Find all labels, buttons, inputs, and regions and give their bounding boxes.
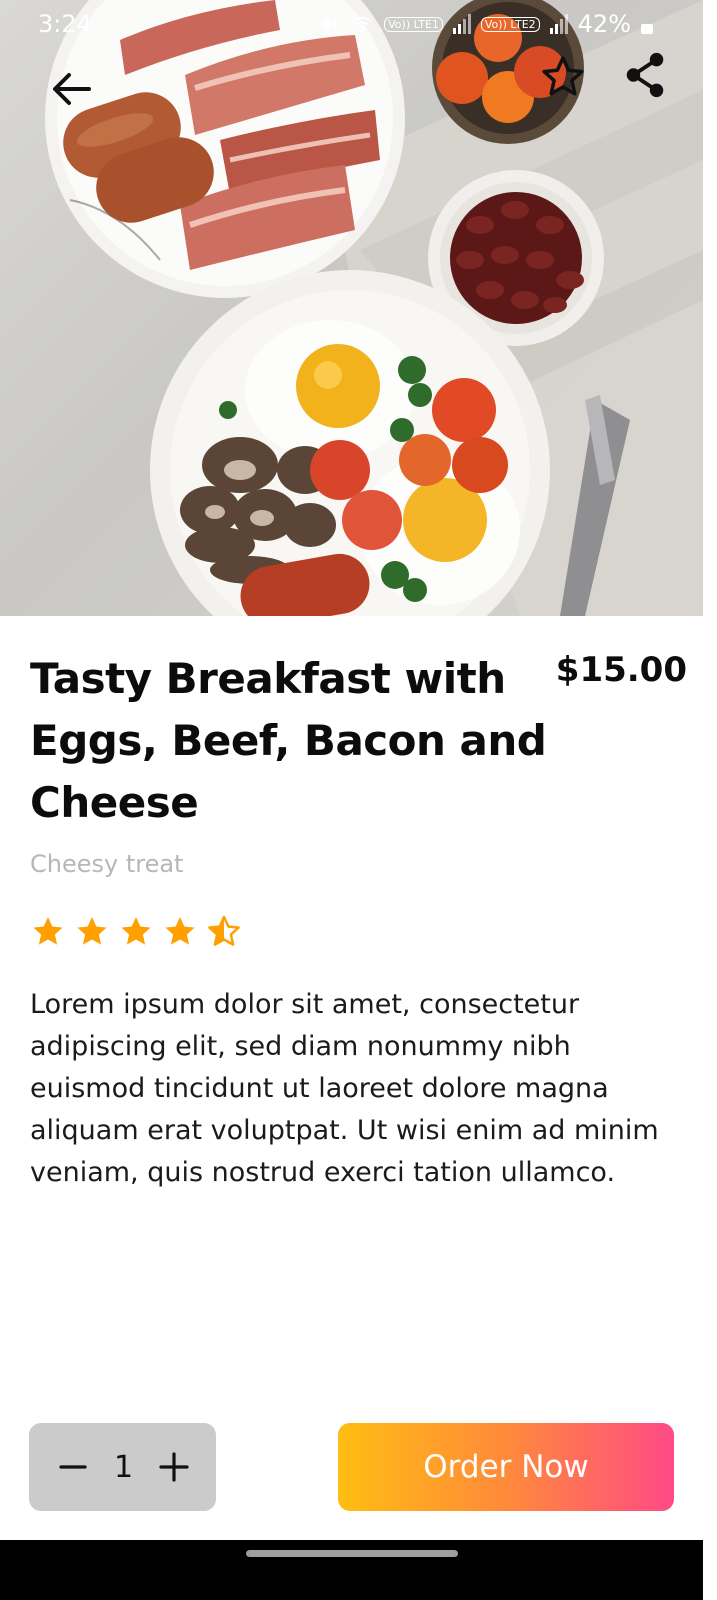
star-full-icon	[165, 917, 195, 945]
star-full-icon	[33, 917, 63, 945]
star-half-icon	[208, 915, 240, 946]
food-photo	[0, 0, 703, 616]
arrow-left-icon	[53, 73, 91, 105]
system-nav-bar	[0, 1540, 703, 1600]
battery-level: 42%	[577, 10, 631, 38]
signal2-icon	[549, 14, 568, 34]
star-full-icon	[121, 917, 151, 945]
decrease-quantity-button[interactable]	[57, 1451, 89, 1483]
share-button[interactable]	[620, 50, 670, 100]
sim1-label: Vo)) LTE1	[384, 16, 443, 32]
sim2-label: Vo)) LTE2	[480, 16, 540, 32]
screen-edge	[703, 0, 717, 1600]
status-time: 3:24	[38, 10, 92, 38]
star-outline-icon	[542, 56, 584, 96]
status-icons: Vo)) LTE1 Vo)) LTE2 42%	[318, 10, 653, 38]
order-now-button[interactable]: Order Now	[338, 1423, 674, 1511]
plus-icon	[159, 1452, 189, 1482]
wifi-icon	[352, 16, 372, 33]
star-rating	[30, 914, 242, 950]
product-subtitle: Cheesy treat	[30, 850, 184, 878]
battery-icon	[641, 24, 653, 34]
quantity-value: 1	[113, 1449, 134, 1485]
home-handle[interactable]	[246, 1550, 458, 1557]
star-full-icon	[77, 917, 107, 945]
back-button[interactable]	[46, 64, 96, 114]
favorite-button[interactable]	[538, 52, 588, 102]
product-description: Lorem ipsum dolor sit amet, consectetur …	[30, 989, 659, 1188]
status-bar: 3:24 Vo)) LTE1 Vo)) LTE2 42%	[0, 0, 703, 50]
quantity-stepper: 1	[29, 1423, 216, 1511]
share-icon	[626, 52, 664, 98]
signal1-icon	[452, 14, 471, 34]
product-price: $15.00	[555, 650, 687, 690]
mute-icon	[321, 17, 340, 31]
minus-icon	[59, 1465, 87, 1469]
product-title: Tasty Breakfast with Eggs, Beef, Bacon a…	[30, 654, 547, 827]
increase-quantity-button[interactable]	[158, 1451, 190, 1483]
